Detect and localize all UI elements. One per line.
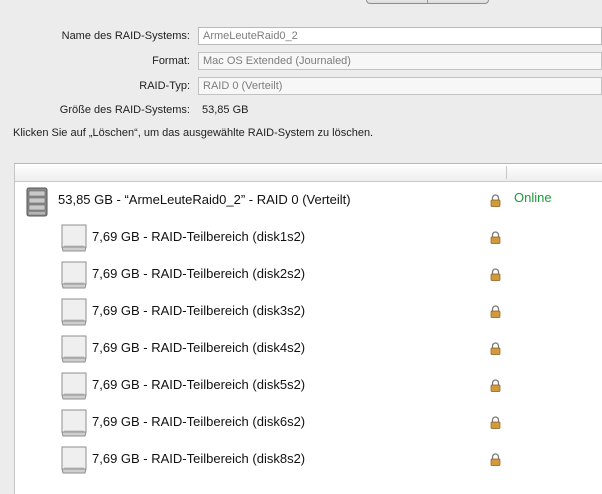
lock-icon (490, 379, 501, 395)
segmented-control[interactable] (366, 0, 489, 4)
list-item[interactable]: 7,69 GB - RAID-Teilbereich (disk3s2) (15, 293, 602, 330)
status-badge: Online (514, 190, 552, 205)
partition-label: 7,69 GB - RAID-Teilbereich (disk4s2) (92, 340, 306, 355)
list-item[interactable]: 7,69 GB - RAID-Teilbereich (disk6s2) (15, 404, 602, 441)
lock-icon (490, 453, 501, 469)
format-label: Format: (152, 55, 190, 67)
partition-label: 7,69 GB - RAID-Teilbereich (disk2s2) (92, 266, 306, 281)
segment-divider (427, 0, 428, 3)
raid-type-field[interactable]: RAID 0 (Verteilt) (198, 77, 602, 95)
raid-set-row[interactable]: 53,85 GB - “ArmeLeuteRaid0_2” - RAID 0 (… (15, 182, 602, 219)
raid-size-value: 53,85 GB (202, 104, 249, 116)
partition-label: 7,69 GB - RAID-Teilbereich (disk8s2) (92, 451, 306, 466)
raid-set-label: 53,85 GB - “ArmeLeuteRaid0_2” - RAID 0 (… (58, 192, 351, 207)
partition-label: 7,69 GB - RAID-Teilbereich (disk5s2) (92, 377, 306, 392)
column-divider[interactable] (506, 166, 507, 179)
partition-label: 7,69 GB - RAID-Teilbereich (disk3s2) (92, 303, 306, 318)
partition-label: 7,69 GB - RAID-Teilbereich (disk1s2) (92, 229, 306, 244)
lock-icon (490, 342, 501, 358)
list-item[interactable]: 7,69 GB - RAID-Teilbereich (disk4s2) (15, 330, 602, 367)
disk-icon (59, 221, 89, 256)
list-header (15, 164, 602, 182)
list-item[interactable]: 7,69 GB - RAID-Teilbereich (disk2s2) (15, 256, 602, 293)
list-item[interactable]: 7,69 GB - RAID-Teilbereich (disk8s2) (15, 441, 602, 478)
list-item[interactable]: 7,69 GB - RAID-Teilbereich (disk1s2) (15, 219, 602, 256)
raid-size-label: Größe des RAID-Systems: (59, 104, 190, 116)
raid-members-list[interactable]: 53,85 GB - “ArmeLeuteRaid0_2” - RAID 0 (… (14, 163, 602, 494)
lock-icon (490, 231, 501, 247)
raid-volume-icon (26, 187, 48, 220)
disk-icon (59, 369, 89, 404)
raid-name-field[interactable]: ArmeLeuteRaid0_2 (198, 27, 602, 45)
lock-icon (490, 268, 501, 284)
lock-icon (490, 416, 501, 432)
raid-name-label: Name des RAID-Systems: (61, 30, 190, 42)
disk-icon (59, 332, 89, 367)
partition-label: 7,69 GB - RAID-Teilbereich (disk6s2) (92, 414, 306, 429)
raid-type-label: RAID-Typ: (139, 80, 190, 92)
format-field[interactable]: Mac OS Extended (Journaled) (198, 52, 602, 70)
disk-icon (59, 443, 89, 478)
disk-icon (59, 295, 89, 330)
list-item[interactable]: 7,69 GB - RAID-Teilbereich (disk5s2) (15, 367, 602, 404)
disk-icon (59, 406, 89, 441)
delete-hint: Klicken Sie auf „Löschen“, um das ausgew… (13, 127, 374, 139)
disk-icon (59, 258, 89, 293)
lock-icon (490, 305, 501, 321)
lock-icon (490, 194, 501, 210)
